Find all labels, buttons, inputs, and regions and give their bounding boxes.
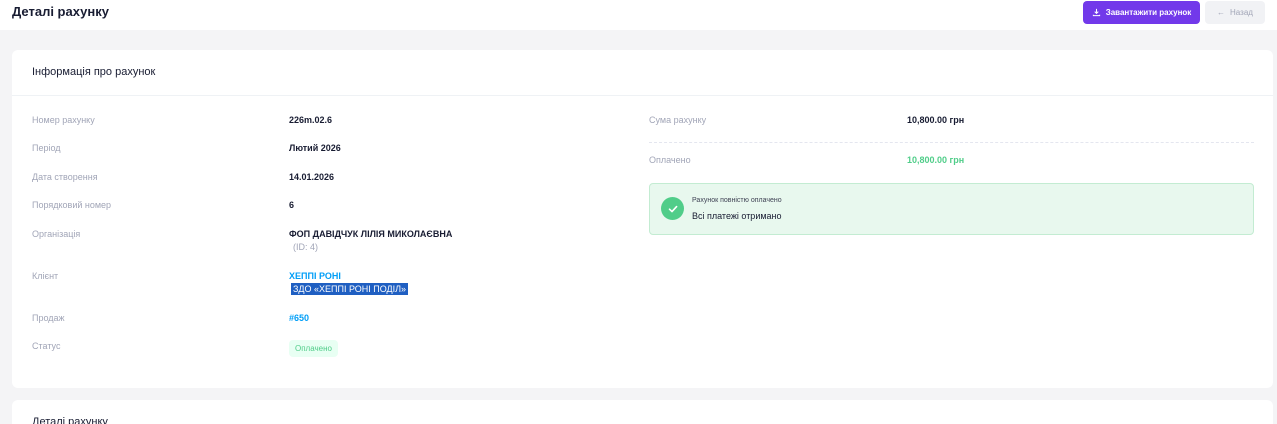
- invoice-details-card: Деталі рахунку: [12, 400, 1273, 424]
- alert-title: Рахунок повністю оплачено: [692, 197, 782, 204]
- period-label: Період: [32, 143, 61, 153]
- period-value: Лютий 2026: [289, 143, 341, 153]
- created-date-value: 14.01.2026: [289, 172, 335, 182]
- download-invoice-button[interactable]: Завантажити рахунок: [1083, 1, 1200, 24]
- sequence-number-label: Порядковий номер: [32, 200, 112, 210]
- client-link[interactable]: ХЕППІ РОНІ: [289, 271, 341, 281]
- page-header: Деталі рахунку Завантажити рахунок ← Наз…: [0, 0, 1277, 30]
- invoice-info-card-header: Інформація про рахунок: [12, 50, 1273, 96]
- check-circle-icon: [661, 197, 684, 220]
- invoice-number-value: 226m.02.6: [289, 115, 333, 125]
- paid-value: 10,800.00 грн: [907, 155, 965, 165]
- organization-value: ФОП ДАВІДЧУК ЛІЛІЯ МИКОЛАЄВНА: [289, 229, 453, 239]
- page-title: Деталі рахунку: [12, 4, 109, 19]
- invoice-info-card: Інформація про рахунок Номер рахунку 226…: [12, 50, 1273, 388]
- paid-label: Оплачено: [649, 155, 691, 165]
- download-invoice-label: Завантажити рахунок: [1105, 8, 1192, 17]
- back-label: Назад: [1230, 8, 1253, 17]
- invoice-number-label: Номер рахунку: [32, 115, 95, 125]
- sale-link[interactable]: #650: [289, 313, 309, 323]
- arrow-left-icon: ←: [1217, 8, 1226, 17]
- amount-value: 10,800.00 грн: [907, 115, 965, 125]
- invoice-info-title: Інформація про рахунок: [32, 66, 156, 78]
- alert-text: Всі платежі отримано: [692, 211, 782, 221]
- download-icon: [1092, 8, 1100, 17]
- sale-label: Продаж: [32, 313, 65, 323]
- status-badge: Оплачено: [289, 340, 338, 357]
- sequence-number-value: 6: [289, 200, 295, 210]
- client-subname: ЗДО «ХЕППІ РОНІ ПОДІЛ»: [291, 283, 409, 295]
- amount-divider: [649, 142, 1254, 143]
- invoice-details-title: Деталі рахунку: [32, 416, 108, 424]
- payment-status-alert: Рахунок повністю оплачено Всі платежі от…: [649, 183, 1254, 235]
- back-button[interactable]: ← Назад: [1205, 1, 1265, 24]
- status-label: Статус: [32, 341, 61, 351]
- created-date-label: Дата створення: [32, 172, 98, 182]
- organization-id: (ID: 4): [293, 242, 319, 252]
- organization-label: Організація: [32, 229, 81, 239]
- client-label: Клієнт: [32, 271, 59, 281]
- amount-label: Сума рахунку: [649, 115, 707, 125]
